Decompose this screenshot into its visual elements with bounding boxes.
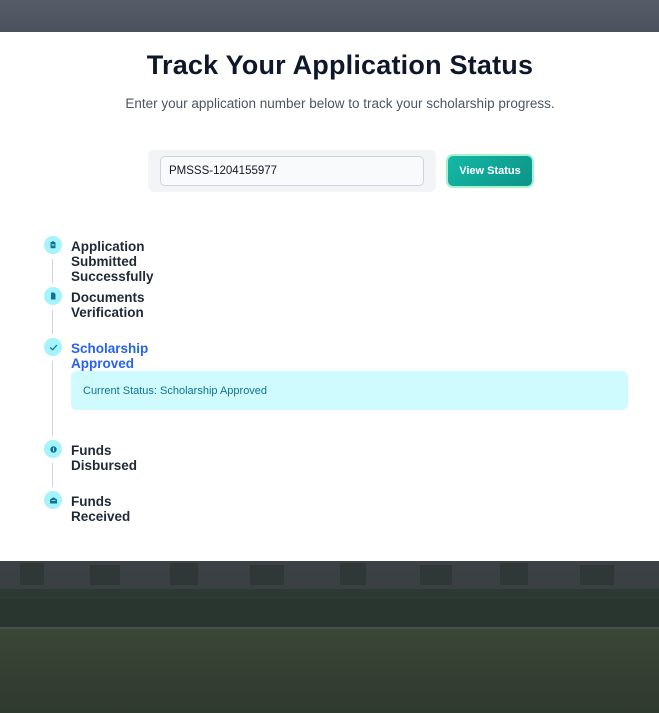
timeline-connector: [52, 361, 53, 436]
timeline-connector: [52, 463, 53, 487]
step-label-scholarship-approved: Scholarship Approved: [71, 341, 149, 371]
step-label-funds-disbursed: Funds Disbursed: [71, 443, 138, 473]
step-label-funds-received: Funds Received: [71, 494, 131, 524]
coin-icon: [44, 440, 62, 458]
page-title: Track Your Application Status: [146, 50, 534, 80]
view-status-button[interactable]: View Status: [446, 154, 534, 188]
step-label-documents-verification: Documents Verification: [71, 290, 145, 320]
inbox-icon: [44, 491, 62, 509]
search-container: [148, 150, 436, 192]
current-status-text: Current Status: Scholarship Approved: [83, 384, 268, 397]
clipboard-icon: [44, 236, 62, 254]
timeline-connector: [52, 310, 53, 334]
application-number-input[interactable]: [160, 156, 424, 186]
timeline-connector: [52, 259, 53, 283]
document-icon: [44, 287, 62, 305]
current-status-banner: Current Status: Scholarship Approved: [71, 371, 628, 410]
page-subtitle: Enter your application number below to t…: [125, 96, 555, 111]
step-label-application-submitted: Application Submitted Successfully: [71, 239, 154, 284]
top-banner-background: [0, 0, 659, 32]
tracking-card: Track Your Application Status Enter your…: [0, 32, 659, 561]
check-icon: [44, 338, 62, 356]
campus-background-photo: [0, 561, 659, 713]
